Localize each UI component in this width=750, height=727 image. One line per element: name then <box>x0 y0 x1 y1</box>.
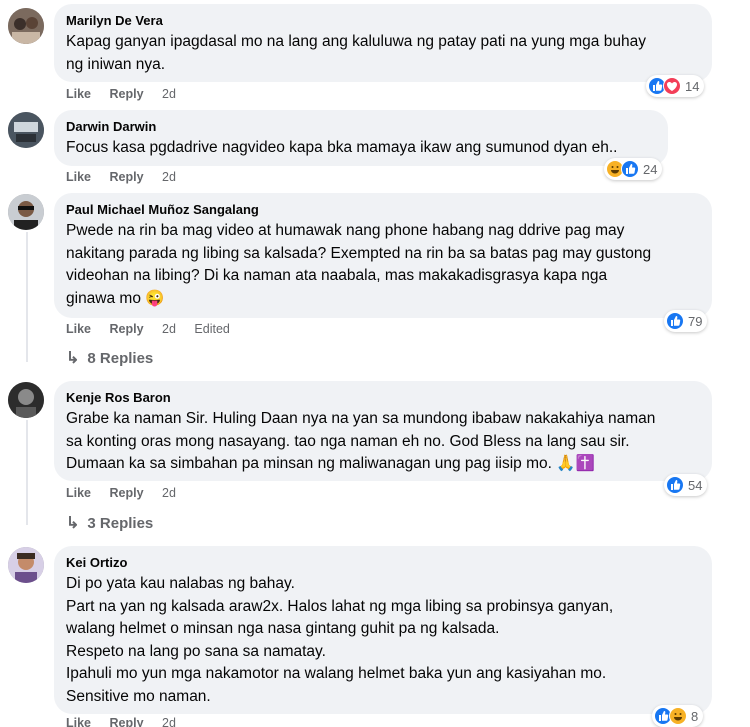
reply-arrow-icon: ↳ <box>66 515 80 532</box>
like-reaction-icon <box>621 160 639 178</box>
reply-button[interactable]: Reply <box>110 170 144 184</box>
comment-text-line: videohan na libing? Di ka naman ata naab… <box>66 267 608 284</box>
comment-text-line: ginawa mo 😜 <box>66 289 165 307</box>
reply-button[interactable]: Reply <box>110 87 144 101</box>
comment-timestamp[interactable]: 2d <box>162 716 176 727</box>
comment-text: Grabe ka naman Sir. Huling Daan nya na y… <box>66 408 700 476</box>
comment-author[interactable]: Kenje Ros Baron <box>66 390 700 406</box>
comment-text-line: sa konting oras mong nasayang. tao nga n… <box>66 432 630 450</box>
comment-author[interactable]: Kei Ortizo <box>66 555 700 571</box>
comment-text-line: Respeto na lang po sana sa namatay. <box>66 642 326 660</box>
reaction-summary[interactable]: 8 <box>652 705 704 727</box>
like-reaction-icon <box>666 476 684 494</box>
comment-text-line: Grabe ka naman Sir. Huling Daan nya na y… <box>66 410 656 427</box>
comment-text-line: Pwede na rin ba mag video at humawak nan… <box>66 222 625 239</box>
comment-actions: Like Reply 2d <box>66 170 191 184</box>
comment-actions: Like Reply 2d Edited <box>66 322 245 336</box>
thread-line <box>26 232 28 362</box>
like-button[interactable]: Like <box>66 322 91 336</box>
avatar[interactable] <box>8 382 44 418</box>
like-button[interactable]: Like <box>66 486 91 500</box>
comment-text-line: Focus kasa pgdadrive nagvideo kapa bka m… <box>66 139 618 156</box>
comment-text-line: Dumaan ka sa simbahan pa minsan ng maliw… <box>66 455 595 472</box>
like-button[interactable]: Like <box>66 716 91 727</box>
reaction-summary[interactable]: 79 <box>664 310 708 332</box>
reaction-count: 54 <box>688 477 703 493</box>
comment-timestamp[interactable]: 2d <box>162 170 176 184</box>
comment-timestamp[interactable]: 2d <box>162 322 176 336</box>
edited-label: Edited <box>194 322 230 336</box>
comment-text-line: Di po yata kau nalabas ng bahay. <box>66 575 295 592</box>
comment-text-line: Sensitive mo naman. <box>66 687 211 705</box>
comment-bubble: Darwin Darwin Focus kasa pgdadrive nagvi… <box>54 110 668 166</box>
view-replies-button[interactable]: ↳ 8 Replies <box>66 348 153 368</box>
reaction-summary[interactable]: 54 <box>664 474 708 496</box>
comment-author[interactable]: Paul Michael Muñoz Sangalang <box>66 202 700 218</box>
comment-text: Di po yata kau nalabas ng bahay. Part na… <box>66 573 700 708</box>
reaction-count: 8 <box>691 708 699 724</box>
reaction-count: 79 <box>688 313 703 329</box>
view-replies-button[interactable]: ↳ 3 Replies <box>66 513 153 533</box>
replies-count: 8 Replies <box>87 349 154 367</box>
haha-reaction-icon <box>669 707 687 725</box>
comment-text: Kapag ganyan ipagdasal mo na lang ang ka… <box>66 31 700 76</box>
reply-button[interactable]: Reply <box>110 716 144 727</box>
reaction-count: 14 <box>685 78 700 94</box>
comment-timestamp[interactable]: 2d <box>162 87 176 101</box>
comment-text: Pwede na rin ba mag video at humawak nan… <box>66 220 700 310</box>
comment-text-line: Part na yan ng kalsada araw2x. Halos lah… <box>66 597 614 615</box>
comment-text-line: Kapag ganyan ipagdasal mo na lang ang ka… <box>66 33 646 50</box>
comment-timestamp[interactable]: 2d <box>162 486 176 500</box>
thread-line <box>26 420 28 525</box>
replies-count: 3 Replies <box>87 514 154 532</box>
comment-bubble: Marilyn De Vera Kapag ganyan ipagdasal m… <box>54 4 712 82</box>
avatar[interactable] <box>8 8 44 44</box>
reaction-count: 24 <box>643 161 658 177</box>
comment-actions: Like Reply 2d <box>66 486 191 500</box>
like-reaction-icon <box>666 312 684 330</box>
comment-text-line: walang helmet o minsan nga nasa gintang … <box>66 620 500 637</box>
reply-button[interactable]: Reply <box>110 322 144 336</box>
like-button[interactable]: Like <box>66 87 91 101</box>
comment-author[interactable]: Darwin Darwin <box>66 119 656 135</box>
like-button[interactable]: Like <box>66 170 91 184</box>
comments-section: Marilyn De Vera Kapag ganyan ipagdasal m… <box>0 0 750 727</box>
comment-text-line: ng iniwan nya. <box>66 55 166 73</box>
reply-arrow-icon: ↳ <box>66 350 80 367</box>
avatar[interactable] <box>8 547 44 583</box>
avatar[interactable] <box>8 194 44 230</box>
comment-author[interactable]: Marilyn De Vera <box>66 13 700 29</box>
comment-bubble: Kenje Ros Baron Grabe ka naman Sir. Huli… <box>54 381 712 481</box>
reaction-summary[interactable]: 24 <box>604 158 663 180</box>
comment-bubble: Paul Michael Muñoz Sangalang Pwede na ri… <box>54 193 712 318</box>
comment-actions: Like Reply 2d <box>66 87 191 101</box>
comment-text-line: nakitang parada ng libing sa kalsada? Ex… <box>66 244 652 262</box>
comment-bubble: Kei Ortizo Di po yata kau nalabas ng bah… <box>54 546 712 714</box>
comment-text-line: Ipahuli mo yun mga nakamotor na walang h… <box>66 665 607 682</box>
reply-button[interactable]: Reply <box>110 486 144 500</box>
comment-text: Focus kasa pgdadrive nagvideo kapa bka m… <box>66 137 656 160</box>
reaction-summary[interactable]: 14 <box>646 75 705 97</box>
comment-actions: Like Reply 2d <box>66 716 191 727</box>
love-reaction-icon <box>663 77 681 95</box>
avatar[interactable] <box>8 112 44 148</box>
